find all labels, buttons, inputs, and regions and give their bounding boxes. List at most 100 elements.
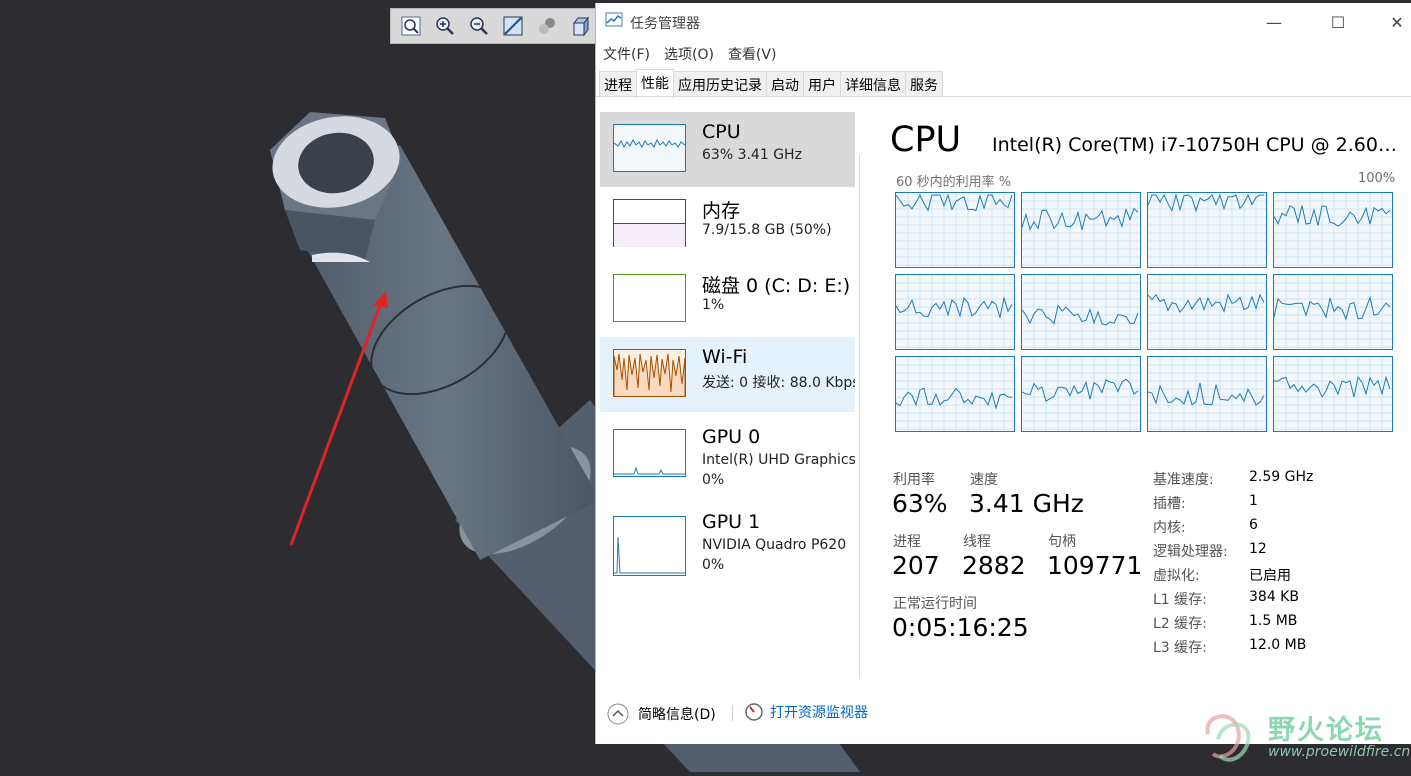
spec-key: 逻辑处理器: (1153, 544, 1228, 560)
cpu-thumbnail-graph (613, 124, 686, 172)
annotation-arrow (289, 299, 384, 546)
sidebar-gpu1-name: GPU 1 (702, 511, 761, 533)
forum-watermark: 野火论坛 www.proewildfire.cn (1198, 704, 1411, 768)
threads-label: 线程 (963, 534, 991, 550)
resource-monitor-link[interactable]: 打开资源监视器 (744, 702, 868, 722)
sidebar-cpu-sub: 63% 3.41 GHz (702, 147, 802, 163)
watermark-url: www.proewildfire.cn (1268, 744, 1411, 760)
core-graph (1021, 356, 1142, 433)
display-style-icon[interactable] (533, 12, 561, 40)
footer-divider (732, 705, 733, 721)
speed-value: 3.41 GHz (969, 489, 1084, 518)
zoom-in-icon[interactable] (431, 12, 459, 40)
tab-bar: 进程 性能 应用历史记录 启动 用户 详细信息 服务 (599, 69, 943, 99)
utilization-label: 利用率 (893, 472, 935, 488)
core-graph (895, 356, 1016, 433)
sidebar-item-gpu1[interactable]: GPU 1 NVIDIA Quadro P620 0% (600, 502, 855, 577)
spec-key: L1 缓存: (1153, 592, 1207, 608)
gpu1-thumbnail-graph (613, 516, 686, 576)
spec-value: 1 (1249, 493, 1258, 509)
spec-key: 插槽: (1153, 496, 1186, 512)
sidebar-gpu0-name: GPU 0 (702, 426, 761, 448)
spec-value: 12.0 MB (1249, 637, 1307, 653)
sidebar-memory-sub: 7.9/15.8 GB (50%) (702, 222, 832, 238)
title-bar[interactable]: 任务管理器 — ☐ ✕ (596, 3, 1411, 41)
sidebar-wifi-sub: 发送: 0 接收: 88.0 Kbps (702, 375, 855, 391)
watermark-text: 野火论坛 (1268, 715, 1384, 746)
graph-utilization-label: 60 秒内的利用率 % (896, 175, 1012, 190)
uptime-value: 0:05:16:25 (892, 613, 1029, 642)
tab-performance[interactable]: 性能 (636, 69, 674, 99)
spec-key: L3 缓存: (1153, 640, 1207, 656)
zoom-out-icon[interactable] (465, 12, 493, 40)
uptime-label: 正常运行时间 (893, 596, 977, 612)
resource-monitor-icon (745, 703, 763, 721)
sidebar-gpu0-sub: Intel(R) UHD Graphics (702, 452, 855, 468)
core-graph (1273, 356, 1394, 433)
chevron-up-icon (607, 703, 629, 725)
task-manager-icon (605, 12, 623, 32)
tab-services[interactable]: 服务 (905, 71, 943, 97)
cpu-model-name: Intel(R) Core(TM) i7-10750H CPU @ 2.60GH… (992, 134, 1398, 156)
tab-startup[interactable]: 启动 (766, 71, 804, 97)
sidebar-item-disk[interactable]: 磁盘 0 (C: D: E:) 1% (600, 262, 855, 337)
menu-view[interactable]: 查看(V) (721, 43, 784, 67)
logical-processor-graphs[interactable] (895, 192, 1395, 433)
wifi-thumbnail-graph (613, 349, 686, 397)
disk-thumbnail-graph (613, 274, 686, 322)
spec-value: 已启用 (1249, 568, 1291, 584)
menu-options[interactable]: 选项(O) (657, 43, 721, 67)
page-title: CPU (890, 120, 962, 160)
core-graph (1273, 274, 1394, 351)
core-graph (1021, 274, 1142, 351)
sidebar-item-wifi[interactable]: Wi-Fi 发送: 0 接收: 88.0 Kbps (600, 337, 855, 412)
core-graph (1147, 274, 1268, 351)
memory-thumbnail-graph (613, 199, 686, 247)
speed-label: 速度 (970, 472, 998, 488)
sidebar-memory-name: 内存 (702, 200, 741, 222)
view-cube-icon[interactable] (567, 12, 595, 40)
menu-file[interactable]: 文件(F) (596, 43, 657, 67)
core-graph (895, 192, 1016, 269)
task-manager-window: 任务管理器 — ☐ ✕ 文件(F) 选项(O) 查看(V) 进程 性能 应用历史… (595, 3, 1411, 744)
menu-bar: 文件(F) 选项(O) 查看(V) (596, 43, 783, 67)
handles-label: 句柄 (1048, 534, 1076, 550)
sidebar-cpu-name: CPU (702, 121, 741, 143)
tab-processes[interactable]: 进程 (599, 71, 637, 97)
gpu0-thumbnail-graph (613, 429, 686, 477)
watermark-logo-icon (1205, 714, 1251, 762)
window-title: 任务管理器 (630, 16, 700, 32)
sidebar-gpu1-usage: 0% (702, 557, 725, 573)
close-button[interactable]: ✕ (1374, 8, 1411, 36)
spec-key: 基准速度: (1153, 472, 1214, 488)
maximize-button[interactable]: ☐ (1315, 8, 1361, 36)
sidebar-disk-name: 磁盘 0 (C: D: E:) (702, 275, 851, 297)
tab-app-history[interactable]: 应用历史记录 (673, 71, 767, 97)
handles-value: 109771 (1047, 551, 1143, 580)
tab-users[interactable]: 用户 (803, 71, 841, 97)
processes-value: 207 (892, 551, 940, 580)
sidebar-item-memory[interactable]: 内存 7.9/15.8 GB (50%) (600, 187, 855, 262)
minimize-button[interactable]: — (1251, 8, 1297, 36)
zoom-fit-icon[interactable] (397, 12, 425, 40)
sidebar-item-gpu0[interactable]: GPU 0 Intel(R) UHD Graphics 0% (600, 417, 855, 492)
sidebar-gpu1-sub: NVIDIA Quadro P620 (702, 537, 847, 553)
sidebar-disk-sub: 1% (702, 297, 725, 313)
spec-key: 内核: (1153, 520, 1186, 536)
sidebar-gpu0-usage: 0% (702, 472, 725, 488)
spec-key: 虚拟化: (1153, 568, 1200, 584)
processes-label: 进程 (893, 534, 921, 550)
tab-details[interactable]: 详细信息 (840, 71, 906, 97)
resource-sidebar: CPU 63% 3.41 GHz 内存 7.9/15.8 GB (50%) 磁盘… (600, 112, 859, 686)
resource-monitor-label: 打开资源监视器 (770, 705, 868, 721)
sidebar-item-cpu[interactable]: CPU 63% 3.41 GHz (600, 112, 855, 187)
core-graph (1273, 192, 1394, 269)
view-orient-icon[interactable] (499, 12, 527, 40)
core-graph (1147, 192, 1268, 269)
spec-value: 1.5 MB (1249, 613, 1298, 629)
fewer-details-label: 简略信息(D) (638, 707, 716, 723)
sidebar-wifi-name: Wi-Fi (702, 346, 748, 368)
sidebar-divider (859, 155, 860, 679)
fewer-details-button[interactable]: 简略信息(D) (606, 702, 716, 726)
graph-max-label: 100% (1358, 171, 1396, 186)
